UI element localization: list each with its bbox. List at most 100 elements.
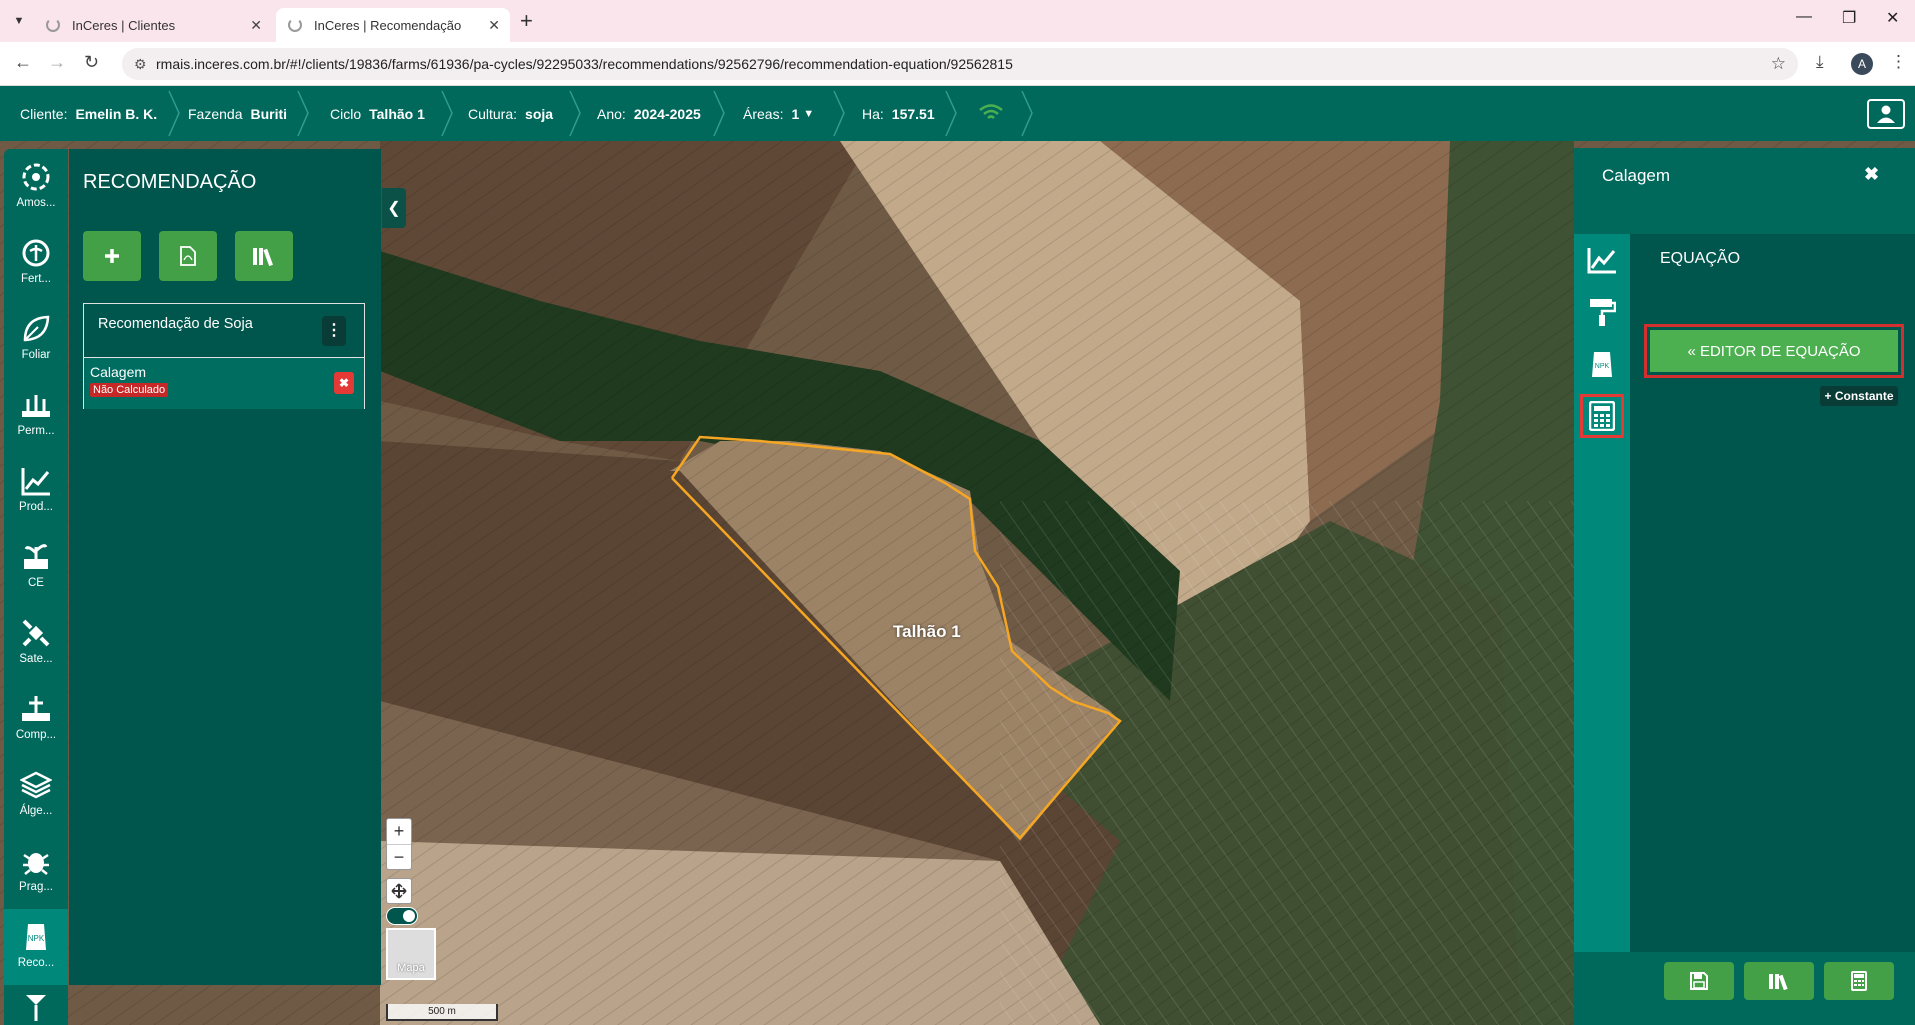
restore-window-icon[interactable]: ❐: [1842, 8, 1856, 28]
paint-roller-icon: [1590, 299, 1616, 326]
save-button[interactable]: [1664, 962, 1734, 1000]
new-tab-icon[interactable]: +: [520, 8, 533, 34]
bookmark-star-icon[interactable]: ☆: [1771, 48, 1786, 80]
crumb-value: 1: [791, 105, 800, 122]
browser-tab-clientes[interactable]: InCeres | Clientes ✕: [34, 8, 272, 42]
close-tab-icon[interactable]: ✕: [250, 17, 262, 34]
collapse-panel-button[interactable]: ❮: [382, 188, 406, 228]
back-icon[interactable]: ←: [14, 52, 32, 73]
tab-search-dropdown-icon[interactable]: ▼: [8, 10, 30, 32]
chevron-left-icon: ❮: [387, 200, 401, 217]
zoom-in-button[interactable]: +: [387, 819, 411, 844]
library-button[interactable]: [235, 231, 293, 281]
equation-editor-button[interactable]: « EDITOR DE EQUAÇÃO: [1650, 330, 1898, 372]
export-pdf-button[interactable]: [159, 231, 217, 281]
sidebar-item-pragas[interactable]: Prag...: [4, 833, 68, 909]
sidebar-item-ce[interactable]: CE: [4, 529, 68, 605]
url-field[interactable]: ⚙ rmais.inceres.com.br/#!/clients/19836/…: [122, 48, 1798, 80]
minimize-window-icon[interactable]: —: [1796, 8, 1812, 26]
address-bar-row: ← → ↻ ⚙ rmais.inceres.com.br/#!/clients/…: [0, 42, 1915, 86]
zoom-control: + −: [386, 818, 412, 870]
sidebar-item-amostragem[interactable]: Amos...: [4, 149, 68, 225]
tab-title: InCeres | Clientes: [72, 17, 176, 33]
add-recommendation-button[interactable]: [83, 231, 141, 281]
permanent-crop-icon: [22, 395, 50, 417]
crumb-crop[interactable]: Cultura: soja: [468, 86, 553, 141]
close-panel-icon[interactable]: ✖: [1864, 164, 1879, 185]
floppy-disk-icon: [1690, 972, 1708, 990]
sidebar-item-recomendacao[interactable]: NPK Reco...: [4, 909, 68, 985]
reload-icon[interactable]: ↻: [84, 52, 99, 73]
crumb-value: Emelin B. K.: [75, 105, 158, 122]
crumb-label: Áreas:: [743, 105, 784, 122]
sidebar-item-label: Foliar: [21, 349, 51, 361]
browser-tab-recomendacao[interactable]: InCeres | Recomendação ✕: [276, 8, 510, 42]
status-badge: Não Calculado: [90, 383, 169, 397]
calculate-button[interactable]: [1824, 962, 1894, 1000]
panel-title: RECOMENDAÇÃO: [83, 171, 257, 193]
sidebar-item-label: Reco...: [17, 957, 55, 969]
sampling-icon: [22, 163, 50, 191]
add-constant-button[interactable]: + Constante: [1820, 386, 1898, 406]
plus-icon: [105, 249, 119, 263]
sidebar-item-algebra[interactable]: Álge...: [4, 757, 68, 833]
line-chart-icon: [1587, 248, 1616, 274]
npk-bag-icon: NPK: [1592, 352, 1612, 377]
user-menu-button[interactable]: [1867, 99, 1905, 129]
more-options-icon[interactable]: ⋮: [322, 316, 346, 346]
equation-panel-footer: [1574, 952, 1915, 1025]
close-tab-icon[interactable]: ✕: [488, 17, 500, 34]
sidebar-item-produtividade[interactable]: Prod...: [4, 453, 68, 529]
crumb-farm[interactable]: Fazenda Buriti: [188, 86, 287, 141]
sidebar-item-compactacao[interactable]: Comp...: [4, 681, 68, 757]
library-button[interactable]: [1744, 962, 1814, 1000]
delete-item-button[interactable]: ✖: [334, 372, 354, 394]
pdf-file-icon: [180, 246, 196, 266]
crumb-value: Buriti: [250, 105, 288, 122]
satellite-icon: [22, 619, 50, 647]
wifi-icon: [979, 104, 1003, 119]
leaf-icon: [23, 315, 50, 342]
sidebar-item-more[interactable]: [4, 985, 68, 1025]
sidebar-item-foliar[interactable]: Foliar: [4, 301, 68, 377]
profile-avatar[interactable]: A: [1851, 53, 1873, 75]
sidebar-item-label: CE: [28, 577, 44, 589]
breadcrumb-separator: [441, 90, 453, 137]
crumb-label: Cultura:: [468, 105, 518, 122]
close-window-icon[interactable]: ✕: [1886, 8, 1899, 28]
breadcrumb-separator: [713, 90, 725, 137]
list-item[interactable]: Calagem Não Calculado ✖: [84, 358, 364, 409]
forward-icon[interactable]: →: [48, 52, 66, 73]
crumb-client[interactable]: Cliente: Emelin B. K.: [20, 86, 157, 141]
breadcrumb-separator: [1021, 90, 1033, 137]
sidebar-item-fertilidade[interactable]: Fert...: [4, 225, 68, 301]
field-label[interactable]: Talhão 1: [893, 622, 961, 642]
loading-icon: [46, 18, 60, 32]
basemap-label: Mapa: [397, 962, 425, 974]
equation-panel: Calagem ✖ NPK EQUAÇÃO « EDITOR DE EQUAÇÃ…: [1574, 148, 1915, 1025]
module-sidebar: Amos... Fert... Foliar Perm... Prod... C…: [4, 149, 68, 1025]
crumb-cycle[interactable]: Ciclo Talhão 1: [330, 86, 425, 141]
calculator-tool-button[interactable]: [1580, 394, 1624, 438]
crumb-label: Cliente:: [20, 105, 68, 122]
pan-button[interactable]: [386, 878, 412, 904]
recommendation-group[interactable]: Recomendação de Soja ⋮: [84, 304, 364, 358]
chart-tool-button[interactable]: [1580, 238, 1624, 282]
npk-tool-button[interactable]: NPK: [1580, 342, 1624, 386]
basemap-switcher[interactable]: Mapa: [386, 928, 436, 980]
layer-toggle[interactable]: [386, 907, 418, 925]
sidebar-item-permanente[interactable]: Perm...: [4, 377, 68, 453]
crumb-areas[interactable]: Áreas: 1 ▼: [743, 86, 814, 141]
paint-tool-button[interactable]: [1580, 290, 1624, 334]
crumb-label: Ano:: [597, 105, 626, 122]
svg-text:NPK: NPK: [1595, 363, 1610, 370]
sidebar-item-satelite[interactable]: Sate...: [4, 605, 68, 681]
download-icon[interactable]: ⤓: [1816, 52, 1824, 72]
crumb-label: Fazenda: [188, 105, 243, 122]
crumb-year[interactable]: Ano: 2024-2025: [597, 86, 701, 141]
breadcrumb-separator: [945, 90, 957, 137]
sidebar-item-label: Amos...: [16, 197, 56, 209]
browser-menu-icon[interactable]: ⋮: [1890, 52, 1907, 72]
site-settings-icon[interactable]: ⚙: [134, 48, 147, 80]
zoom-out-button[interactable]: −: [387, 844, 411, 869]
